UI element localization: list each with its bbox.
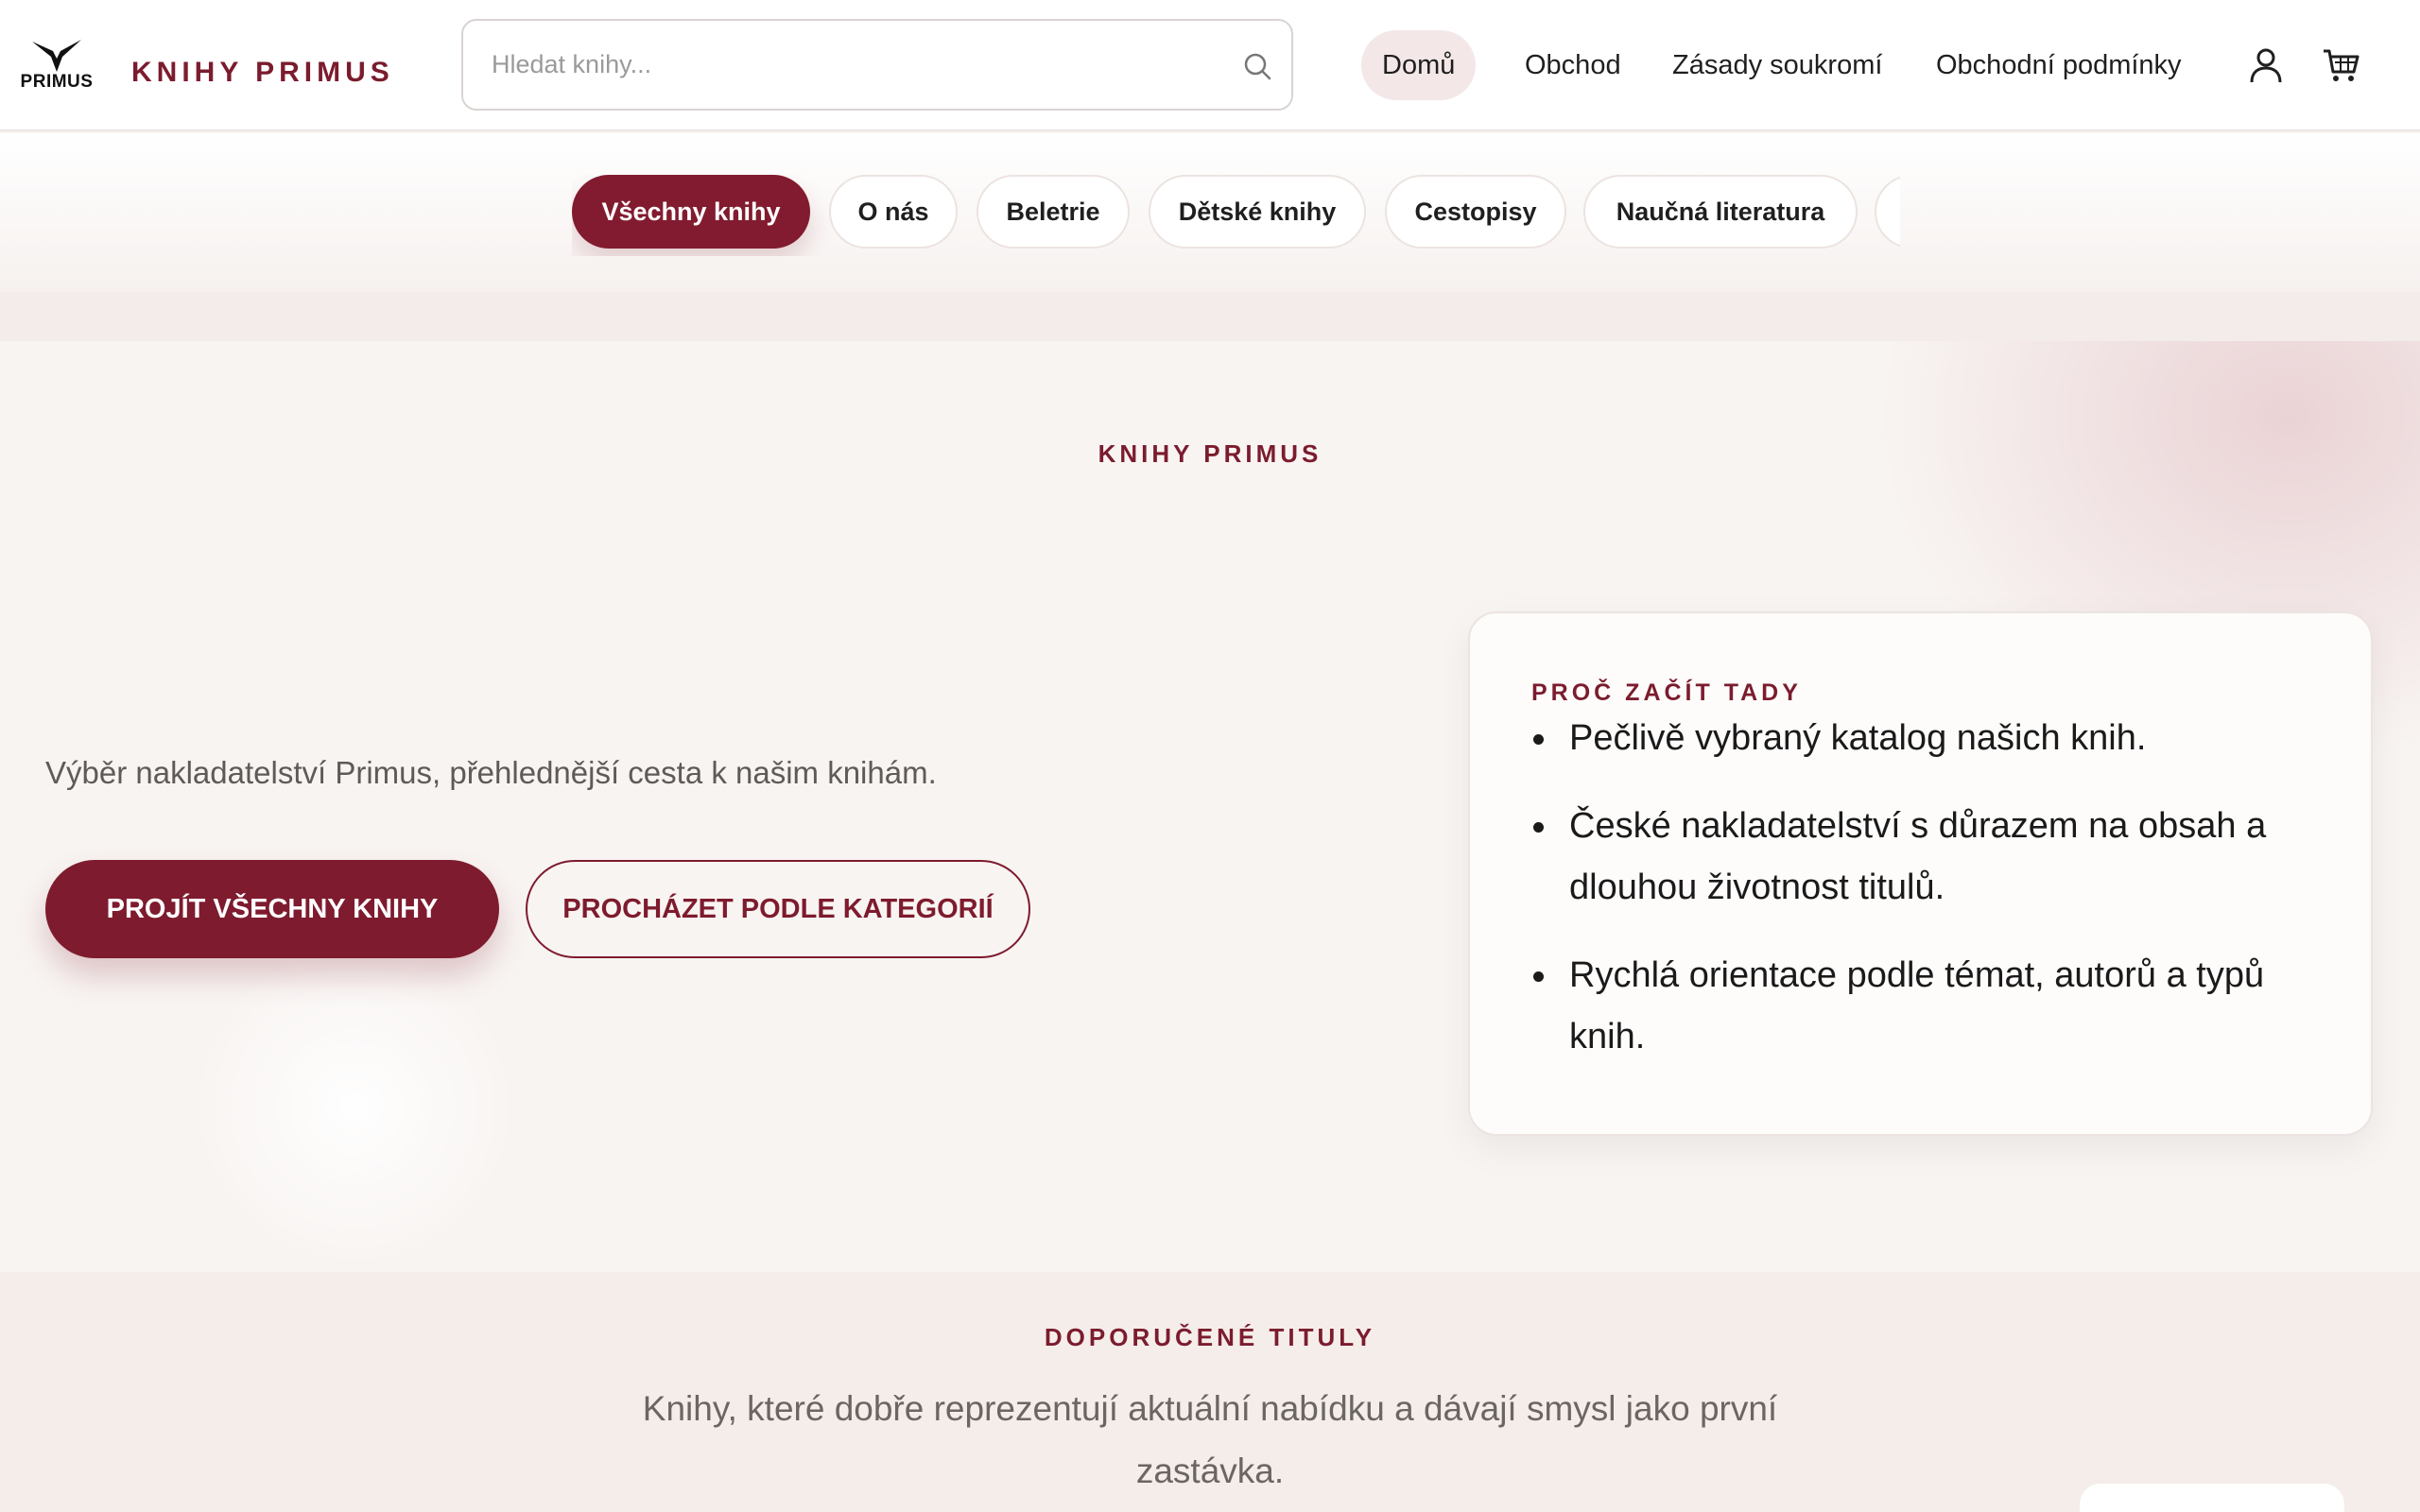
why-card-title: PROČ ZAČÍT TADY xyxy=(1531,679,1802,706)
category-bar: Všechny knihy O nás Beletrie Dětské knih… xyxy=(0,133,2420,292)
recommended-eyebrow: DOPORUČENÉ TITULY xyxy=(1044,1323,1376,1351)
browse-all-books-button[interactable]: PROJÍT VŠECHNY KNIHY xyxy=(45,860,499,958)
brand-name[interactable]: KNIHY PRIMUS xyxy=(131,57,394,89)
user-account-icon[interactable] xyxy=(2246,45,2286,85)
category-pill-nonfiction[interactable]: Naučná literatura xyxy=(1583,175,1858,249)
book-card-peek[interactable] xyxy=(2080,1484,2344,1512)
decorative-glow xyxy=(184,946,525,1267)
search-box xyxy=(461,19,1293,111)
search-input[interactable] xyxy=(492,21,1210,109)
nav-item-home[interactable]: Domů xyxy=(1361,30,1477,100)
why-list-item: Pečlivě vybraný katalog našich knih. xyxy=(1531,708,2325,769)
shopping-cart-icon[interactable] xyxy=(2322,47,2361,83)
hero-eyebrow: KNIHY PRIMUS xyxy=(1098,439,1322,468)
nav-item-privacy[interactable]: Zásady soukromí xyxy=(1672,30,1882,100)
why-card-list: Pečlivě vybraný katalog našich knih. Čes… xyxy=(1531,708,2325,1094)
divider-strip xyxy=(0,292,2420,341)
search-icon[interactable] xyxy=(1242,51,1272,81)
browse-by-category-button[interactable]: PROCHÁZET PODLE KATEGORIÍ xyxy=(526,860,1030,958)
nav-item-shop[interactable]: Obchod xyxy=(1525,30,1621,100)
why-list-item: Rychlá orientace podle témat, autorů a t… xyxy=(1531,945,2325,1068)
site-header: PRIMUS KNIHY PRIMUS Domů Obchod Zásady s… xyxy=(0,0,2420,131)
why-start-here-card: PROČ ZAČÍT TADY Pečlivě vybraný katalog … xyxy=(1468,611,2373,1136)
recommended-subtitle: Knihy, které dobře reprezentují aktuální… xyxy=(642,1389,1778,1490)
category-pill-all-books[interactable]: Všechny knihy xyxy=(572,175,810,249)
category-pill-fiction[interactable]: Beletrie xyxy=(977,175,1130,249)
category-pill-travel[interactable]: Cestopisy xyxy=(1385,175,1566,249)
logo-wordmark: PRIMUS xyxy=(20,72,94,92)
why-list-item: České nakladatelství s důrazem na obsah … xyxy=(1531,796,2325,919)
category-pill-list: Všechny knihy O nás Beletrie Dětské knih… xyxy=(572,175,1900,256)
category-pill-about[interactable]: O nás xyxy=(829,175,958,249)
hero-subtitle: Výběr nakladatelství Primus, přehlednějš… xyxy=(45,755,937,790)
hero-section: KNIHY PRIMUS Výběr nakladatelství Primus… xyxy=(0,341,2420,1272)
bird-logo-icon xyxy=(32,40,81,72)
category-pill-more[interactable] xyxy=(1875,175,1900,249)
nav-item-terms[interactable]: Obchodní podmínky xyxy=(1936,30,2182,100)
recommended-section: DOPORUČENÉ TITULY Knihy, které dobře rep… xyxy=(0,1272,2420,1512)
category-pill-childrens[interactable]: Dětské knihy xyxy=(1149,175,1366,249)
primus-logo[interactable]: PRIMUS xyxy=(19,40,95,94)
